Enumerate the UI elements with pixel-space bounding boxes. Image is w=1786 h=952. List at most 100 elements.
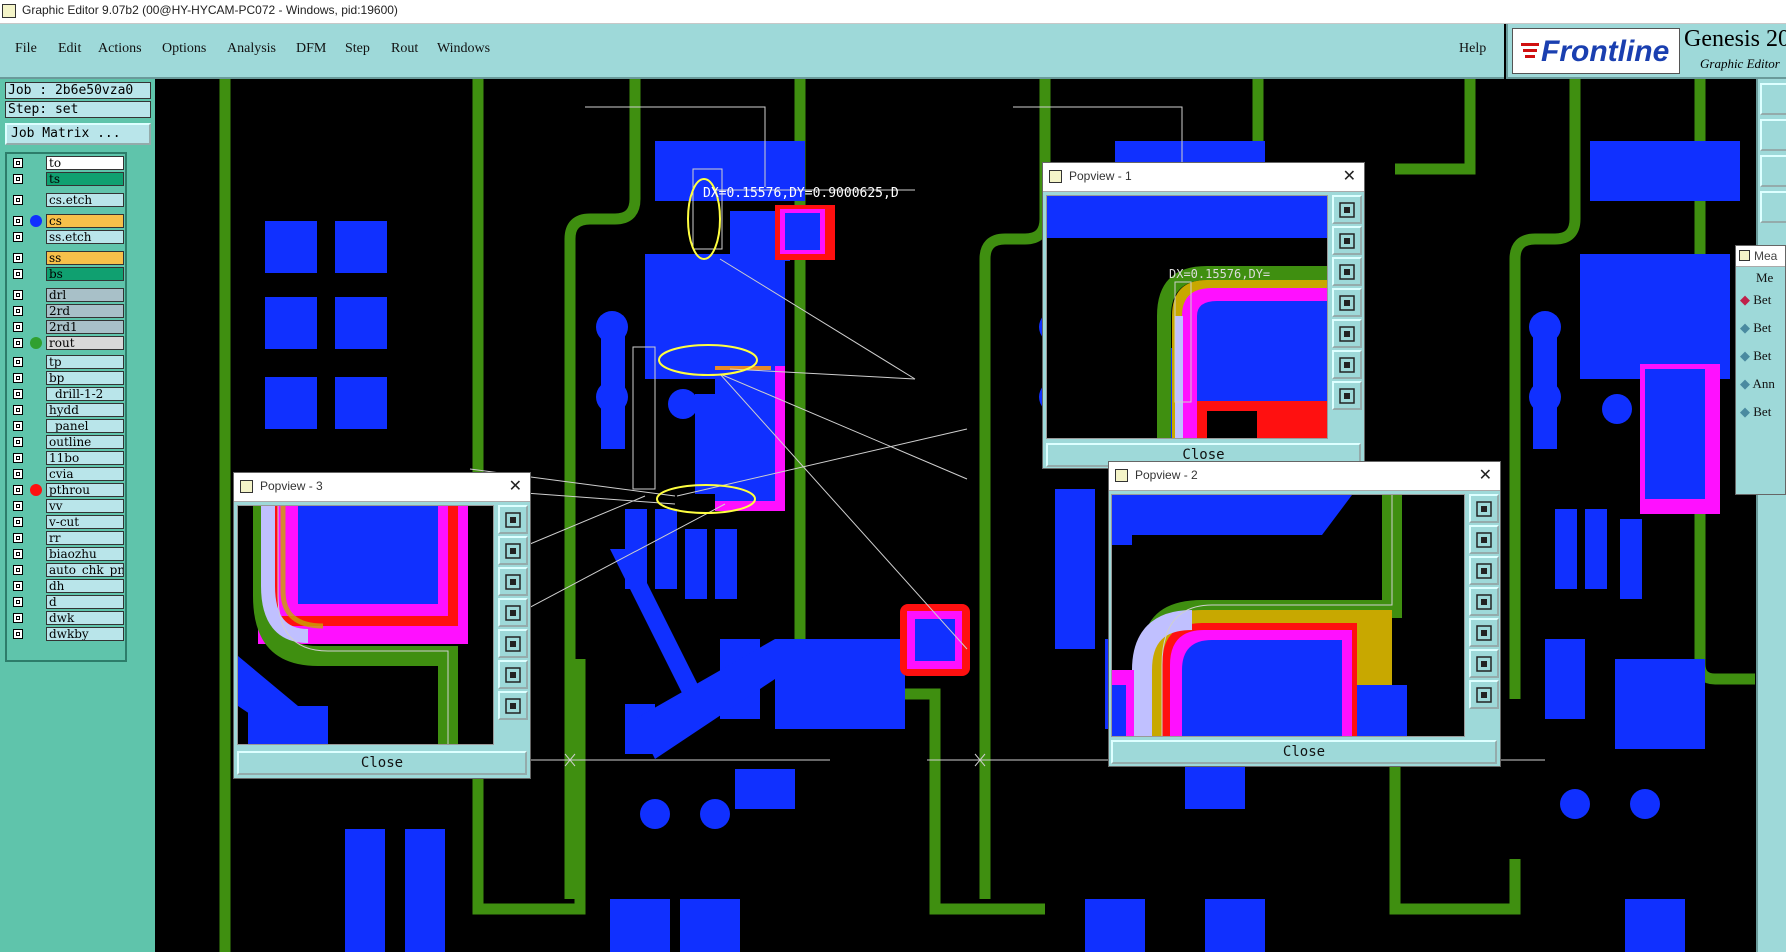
- pan-right-button[interactable]: [498, 629, 528, 658]
- layer-checkbox[interactable]: [13, 195, 23, 205]
- zoom-area-button[interactable]: [1760, 155, 1786, 187]
- layer-name[interactable]: cs.etch: [46, 193, 124, 207]
- layer-name[interactable]: 2rd: [46, 304, 124, 318]
- layer-name[interactable]: _drill-1-2: [46, 387, 124, 401]
- zoom-home-button[interactable]: [1332, 350, 1362, 379]
- layer-checkbox[interactable]: [13, 485, 23, 495]
- layer-row[interactable]: dh: [10, 579, 124, 594]
- layer-name[interactable]: dh: [46, 579, 124, 593]
- pan-left-button[interactable]: [498, 598, 528, 627]
- layer-name[interactable]: auto_chk_pnl: [46, 563, 124, 577]
- layer-checkbox[interactable]: [13, 613, 23, 623]
- center-button[interactable]: [498, 691, 528, 720]
- layer-row[interactable]: _drill-1-2: [10, 387, 124, 402]
- zoom-out-button[interactable]: [1332, 257, 1362, 286]
- layer-checkbox[interactable]: [13, 216, 23, 226]
- layer-row[interactable]: _panel: [10, 419, 124, 434]
- layer-row[interactable]: 2rd1: [10, 320, 124, 335]
- popview-2-canvas[interactable]: [1111, 494, 1465, 737]
- zoom-in-button[interactable]: [1332, 226, 1362, 255]
- menu-edit[interactable]: Edit: [58, 41, 81, 57]
- layer-row[interactable]: bs: [10, 267, 124, 282]
- layer-name[interactable]: outline: [46, 435, 124, 449]
- layer-checkbox[interactable]: [13, 437, 23, 447]
- menu-analysis[interactable]: Analysis: [227, 41, 276, 57]
- job-matrix-button[interactable]: Job Matrix ...: [5, 123, 151, 145]
- layer-row[interactable]: rout: [10, 336, 124, 351]
- layer-name[interactable]: d: [46, 595, 124, 609]
- popview-1-canvas[interactable]: DX=0.15576,DY=: [1046, 195, 1328, 439]
- zoom-out-button[interactable]: [1469, 556, 1499, 585]
- layer-name[interactable]: biaozhu: [46, 547, 124, 561]
- menu-rout[interactable]: Rout: [391, 41, 418, 57]
- popview-3-close-button[interactable]: Close: [237, 751, 527, 775]
- layer-row[interactable]: ss.etch: [10, 230, 124, 245]
- layer-checkbox[interactable]: [13, 338, 23, 348]
- zoom-home-button[interactable]: [498, 660, 528, 689]
- zoom-home-button[interactable]: [1760, 83, 1786, 115]
- layer-row[interactable]: outline: [10, 435, 124, 450]
- layer-checkbox[interactable]: [13, 421, 23, 431]
- layer-checkbox[interactable]: [13, 405, 23, 415]
- layer-name[interactable]: ts: [46, 172, 124, 186]
- menu-file[interactable]: File: [15, 41, 37, 57]
- menu-dfm[interactable]: DFM: [296, 41, 326, 57]
- layer-checkbox[interactable]: [13, 357, 23, 367]
- layer-row[interactable]: biaozhu: [10, 547, 124, 562]
- popview-2-close-button[interactable]: Close: [1111, 740, 1497, 764]
- layer-checkbox[interactable]: [13, 581, 23, 591]
- measure-option[interactable]: ◆ Bet: [1740, 320, 1771, 336]
- pan-right-button[interactable]: [1332, 319, 1362, 348]
- layer-name[interactable]: _panel: [46, 419, 124, 433]
- layer-row[interactable]: cvia: [10, 467, 124, 482]
- layer-row[interactable]: dwk: [10, 611, 124, 626]
- layer-row[interactable]: dwkby: [10, 627, 124, 642]
- layer-row[interactable]: auto_chk_pnl: [10, 563, 124, 578]
- layer-name[interactable]: cs: [46, 214, 124, 228]
- menu-actions[interactable]: Actions: [98, 41, 142, 57]
- zoom-home-button[interactable]: [1469, 649, 1499, 678]
- layer-checkbox[interactable]: [13, 501, 23, 511]
- layer-name[interactable]: dwk: [46, 611, 124, 625]
- measure-button[interactable]: [1760, 191, 1786, 223]
- layer-name[interactable]: pthrou: [46, 483, 124, 497]
- layer-row[interactable]: to: [10, 156, 124, 171]
- center-button[interactable]: [1332, 381, 1362, 410]
- layer-checkbox[interactable]: [13, 629, 23, 639]
- pan-button[interactable]: [1760, 119, 1786, 151]
- layer-name[interactable]: ss.etch: [46, 230, 124, 244]
- layer-row[interactable]: vv: [10, 499, 124, 514]
- layer-row[interactable]: v-cut: [10, 515, 124, 530]
- layer-name[interactable]: hydd: [46, 403, 124, 417]
- layer-checkbox[interactable]: [13, 322, 23, 332]
- menu-windows[interactable]: Windows: [437, 41, 490, 57]
- layer-checkbox[interactable]: [13, 517, 23, 527]
- layer-row[interactable]: rr: [10, 531, 124, 546]
- layer-name[interactable]: rr: [46, 531, 124, 545]
- layer-row[interactable]: drl: [10, 288, 124, 303]
- layer-name[interactable]: bs: [46, 267, 124, 281]
- menu-help[interactable]: Help: [1459, 41, 1486, 57]
- layer-checkbox[interactable]: [13, 389, 23, 399]
- layer-name[interactable]: cvia: [46, 467, 124, 481]
- measure-option[interactable]: ◆ Ann: [1740, 376, 1775, 392]
- layer-name[interactable]: v-cut: [46, 515, 124, 529]
- layer-row[interactable]: d: [10, 595, 124, 610]
- layer-row[interactable]: hydd: [10, 403, 124, 418]
- close-icon[interactable]: ✕: [1479, 465, 1492, 484]
- layer-name[interactable]: bp: [46, 371, 124, 385]
- layer-checkbox[interactable]: [13, 253, 23, 263]
- layer-row[interactable]: pthrou: [10, 483, 124, 498]
- layer-checkbox[interactable]: [13, 549, 23, 559]
- zoom-fit-button[interactable]: [1469, 494, 1499, 523]
- layer-checkbox[interactable]: [13, 565, 23, 575]
- layer-name[interactable]: dwkby: [46, 627, 124, 641]
- close-icon[interactable]: ✕: [509, 476, 522, 495]
- layer-name[interactable]: ss: [46, 251, 124, 265]
- layer-row[interactable]: tp: [10, 355, 124, 370]
- menu-step[interactable]: Step: [345, 41, 370, 57]
- layer-row[interactable]: ts: [10, 172, 124, 187]
- layer-name[interactable]: 2rd1: [46, 320, 124, 334]
- zoom-in-button[interactable]: [498, 536, 528, 565]
- layer-checkbox[interactable]: [13, 290, 23, 300]
